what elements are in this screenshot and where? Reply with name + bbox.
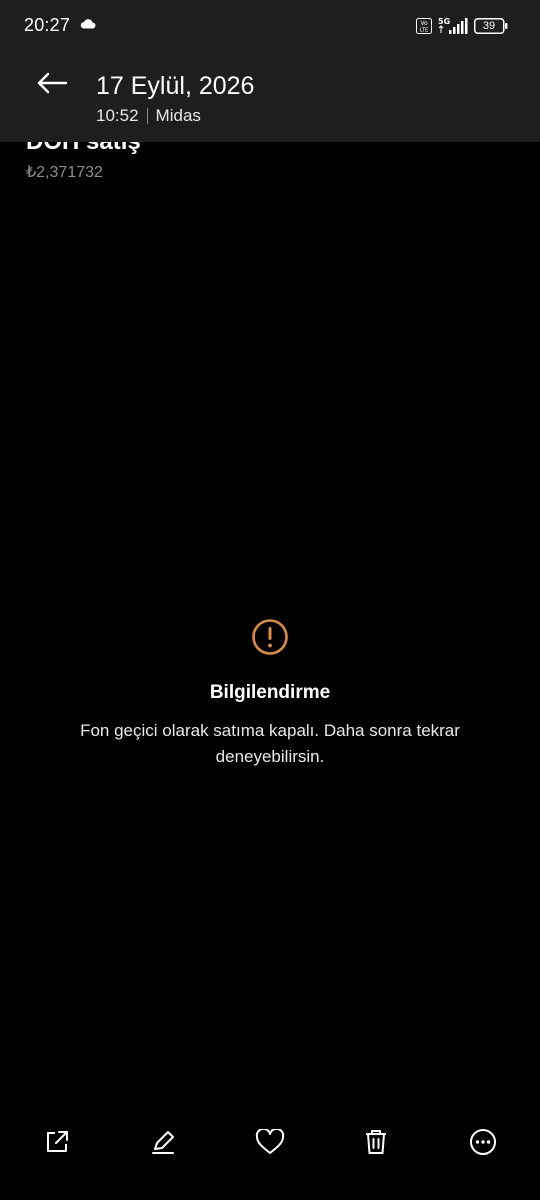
share-button[interactable] — [37, 1122, 77, 1162]
edit-icon — [152, 1131, 174, 1154]
cloud-icon — [80, 19, 96, 29]
info-message: Bilgilendirme Fon geçici olarak satıma k… — [0, 618, 540, 770]
svg-text:LTE: LTE — [420, 28, 428, 34]
favorite-icon — [255, 1129, 285, 1154]
status-bar: 20:27 Vo LTE 5G 39 — [0, 0, 540, 52]
volte-icon: Vo LTE — [416, 18, 432, 34]
warning-circle-icon — [252, 619, 288, 655]
header-source-overlay: Midas — [155, 106, 201, 125]
info-text: Fon geçici olarak satıma kapalı. Daha so… — [80, 721, 460, 766]
arrow-left-icon — [37, 72, 68, 94]
header-date-overlay: 17 Eylül, 2026 — [96, 72, 255, 100]
battery-icon: 39 — [474, 18, 508, 34]
fund-price: ₺2,371732 — [26, 164, 103, 181]
battery-level: 39 — [482, 20, 496, 32]
more-button[interactable] — [463, 1122, 503, 1162]
meta-divider-overlay — [146, 108, 148, 124]
delete-icon — [366, 1130, 386, 1154]
bottom-toolbar — [0, 1112, 540, 1168]
screenshot-viewer: 20:27 Vo LTE 5G 39 17 Eylül, 2026 10:52 … — [0, 0, 540, 1200]
delete-button[interactable] — [356, 1122, 396, 1162]
status-time: 20:27 — [24, 15, 71, 35]
info-title: Bilgilendirme — [209, 682, 331, 703]
header-foreground: 17 Eylül, 2026 10:52 Midas — [0, 52, 540, 142]
back-button-overlay[interactable] — [30, 66, 74, 100]
svg-text:Vo: Vo — [420, 20, 428, 27]
more-icon — [470, 1129, 496, 1155]
favorite-button[interactable] — [250, 1122, 290, 1162]
header-meta-overlay: 10:52 Midas — [96, 106, 201, 126]
signal-icon: 5G — [438, 17, 468, 34]
network-type: 5G — [438, 17, 450, 26]
share-icon — [47, 1131, 68, 1152]
header-time-overlay: 10:52 — [96, 106, 139, 125]
edit-button[interactable] — [143, 1122, 183, 1162]
